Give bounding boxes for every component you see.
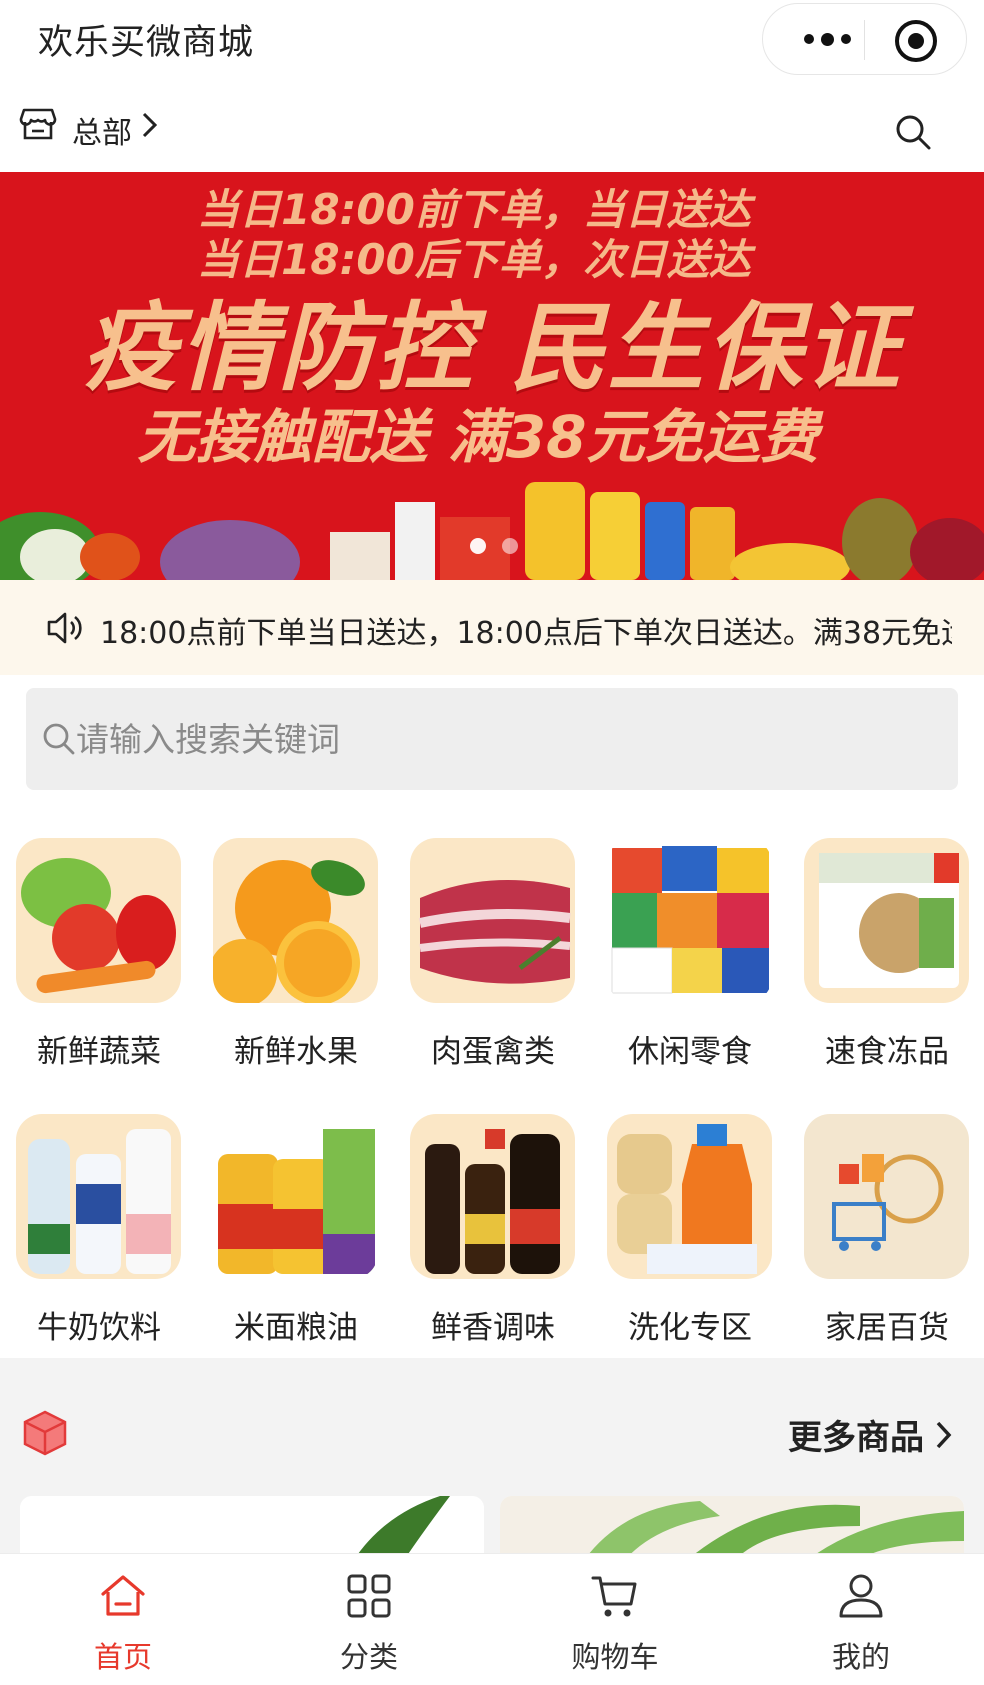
snacks-thumbnail (607, 838, 772, 1003)
capsule-divider (864, 20, 865, 60)
category-fruits[interactable]: 新鲜水果 (201, 838, 385, 1098)
category-label: 休闲零食 (628, 1034, 752, 1070)
tab-cart[interactable]: 购物车 (492, 1554, 738, 1685)
category-snacks[interactable]: 休闲零食 (595, 838, 779, 1098)
bottom-tab-bar: 首页 分类 购物车 我的 (0, 1553, 984, 1685)
grid-icon (347, 1574, 391, 1618)
seasoning-thumbnail (410, 1114, 575, 1279)
category-label: 肉蛋禽类 (431, 1034, 555, 1070)
drinks-thumbnail (16, 1114, 181, 1279)
speaker-icon (47, 612, 82, 644)
category-seasoning[interactable]: 鲜香调味 (398, 1114, 582, 1374)
close-target-icon[interactable] (895, 20, 937, 62)
category-label: 鲜香调味 (431, 1310, 555, 1346)
tab-home[interactable]: 首页 (0, 1554, 246, 1685)
grain-oil-thumbnail (213, 1114, 378, 1279)
home-icon (101, 1575, 145, 1616)
cube-icon (23, 1410, 67, 1456)
category-label: 新鲜蔬菜 (37, 1034, 161, 1070)
category-meat-eggs[interactable]: 肉蛋禽类 (398, 838, 582, 1098)
store-bar: 总部 (0, 82, 984, 172)
store-name[interactable]: 总部 (72, 108, 132, 152)
category-label: 家居百货 (825, 1310, 949, 1346)
tab-profile[interactable]: 我的 (738, 1554, 984, 1685)
category-label: 米面粮油 (234, 1310, 358, 1346)
tab-label: 分类 (339, 1640, 398, 1674)
tab-label: 首页 (93, 1640, 152, 1674)
section-gap (0, 1358, 984, 1380)
category-label: 牛奶饮料 (37, 1310, 161, 1346)
category-label: 新鲜水果 (234, 1034, 358, 1070)
category-grain-oil[interactable]: 米面粮油 (201, 1114, 385, 1374)
more-products-link[interactable]: 更多商品 (788, 1410, 954, 1459)
title-bar: 欢乐买微商城 (0, 0, 984, 82)
mini-program-capsule (762, 3, 967, 75)
vegetables-thumbnail (16, 838, 181, 1003)
tab-category[interactable]: 分类 (246, 1554, 492, 1685)
tab-label: 购物车 (571, 1640, 659, 1674)
cart-icon (591, 1576, 637, 1617)
category-household[interactable]: 家居百货 (792, 1114, 976, 1374)
more-products-label: 更多商品 (788, 1418, 924, 1458)
store-icon[interactable] (18, 104, 58, 144)
promo-banner[interactable]: 当日18:00前下单，当日送达 当日18:00后下单，次日送达 疫情防控 民生保… (0, 172, 984, 580)
notice-text: 18:00点前下单当日送达，18:00点后下单次日送达。满38元免运费 (100, 616, 952, 651)
produce-illustration (0, 482, 984, 580)
tab-label: 我的 (831, 1640, 890, 1674)
search-icon[interactable] (893, 112, 933, 152)
category-toiletries[interactable]: 洗化专区 (595, 1114, 779, 1374)
banner-pager-dot-2[interactable] (502, 538, 518, 554)
category-label: 洗化专区 (628, 1310, 752, 1346)
more-menu-icon[interactable] (791, 24, 863, 54)
notice-bar: 18:00点前下单当日送达，18:00点后下单次日送达。满38元免运费 (0, 580, 984, 675)
household-thumbnail (804, 1114, 969, 1279)
meat-thumbnail (410, 838, 575, 1003)
fruits-thumbnail (213, 838, 378, 1003)
banner-headline: 疫情防控 民生保证 (82, 292, 902, 404)
category-drinks[interactable]: 牛奶饮料 (4, 1114, 188, 1374)
category-label: 速食冻品 (825, 1034, 949, 1070)
category-frozen[interactable]: 速食冻品 (792, 838, 976, 1098)
user-icon (839, 1574, 883, 1618)
app-title: 欢乐买微商城 (38, 23, 255, 63)
frozen-thumbnail (804, 838, 969, 1003)
search-input[interactable] (76, 712, 936, 766)
search-bar[interactable] (26, 688, 958, 790)
category-vegetables[interactable]: 新鲜蔬菜 (4, 838, 188, 1098)
search-icon (43, 723, 75, 755)
chevron-right-icon (936, 1421, 952, 1448)
toiletries-thumbnail (607, 1114, 772, 1279)
chevron-right-icon[interactable] (138, 110, 162, 140)
banner-pager-dot-1[interactable] (470, 538, 486, 554)
